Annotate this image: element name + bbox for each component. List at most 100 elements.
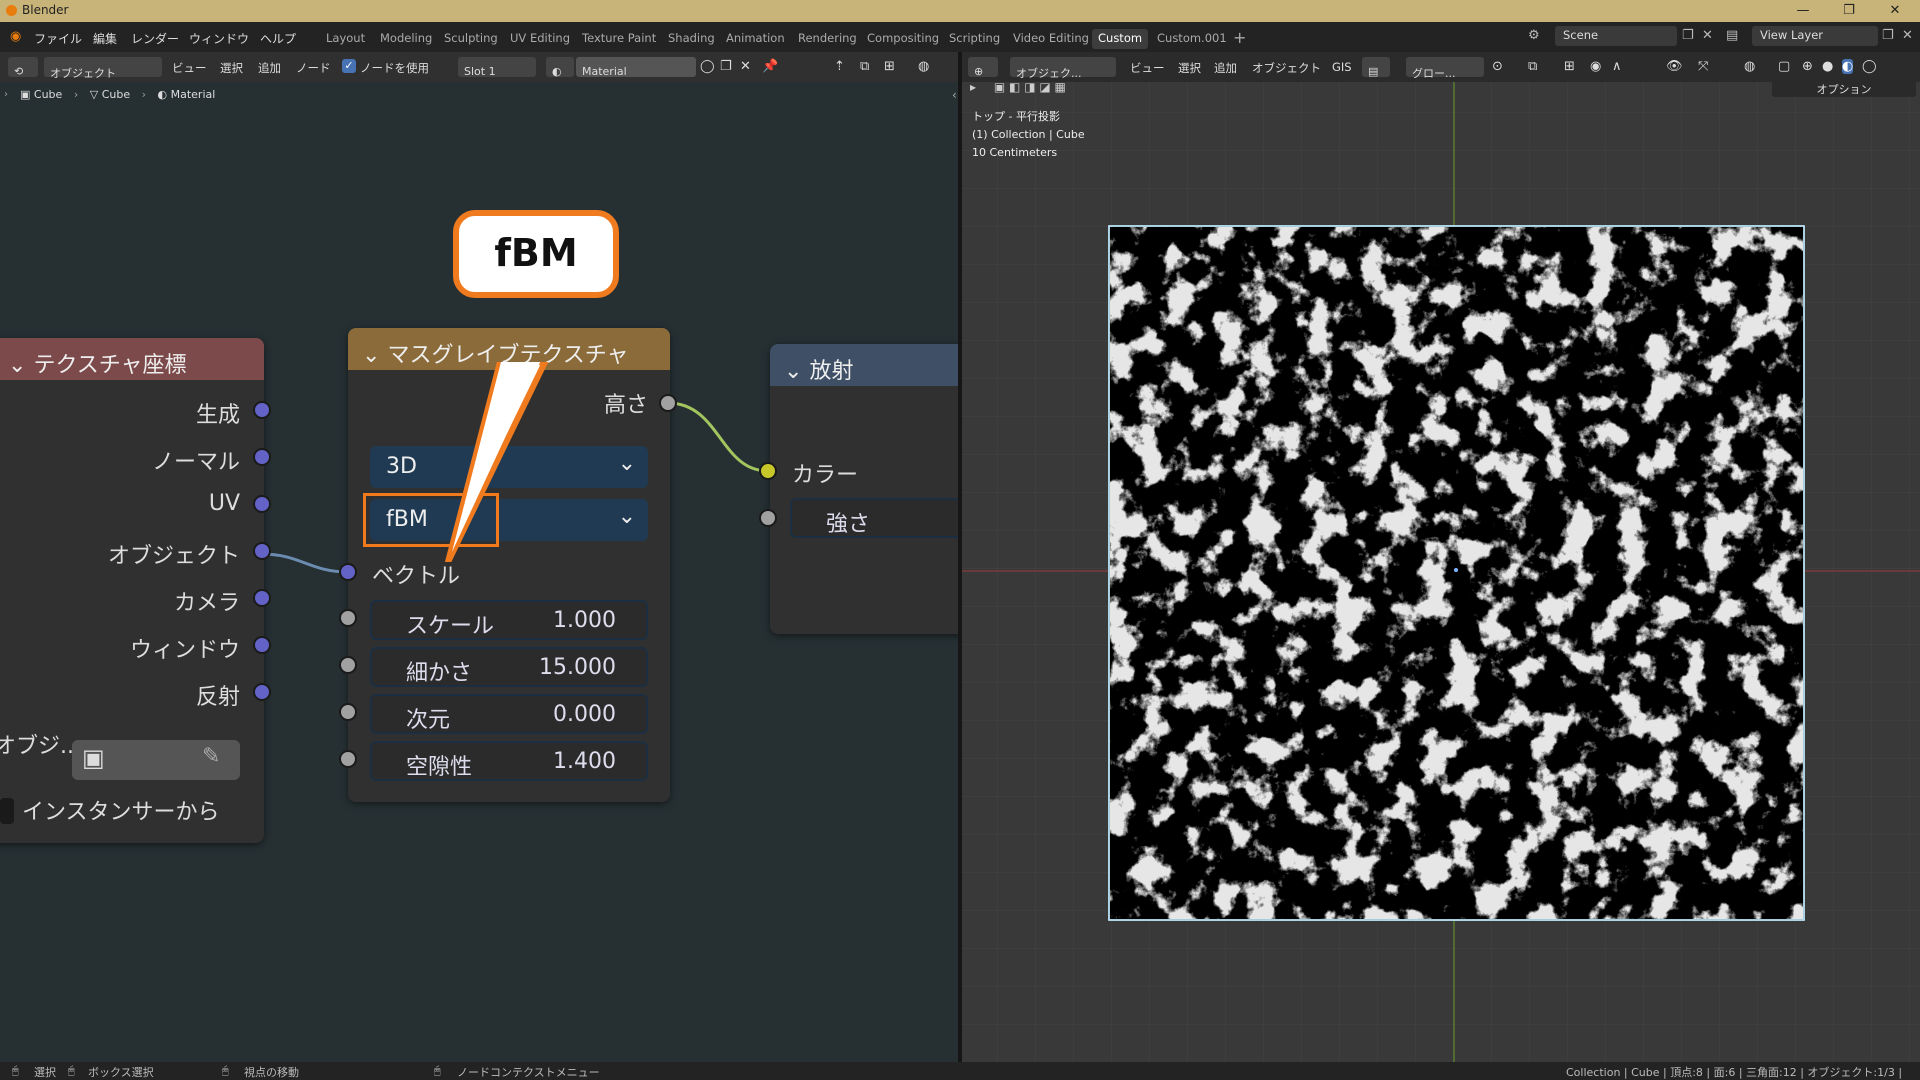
menu-select[interactable]: 選択 bbox=[220, 60, 243, 76]
pin-icon[interactable]: 📌 bbox=[762, 59, 778, 74]
select-invert-icon[interactable]: ◪ bbox=[1039, 80, 1050, 94]
object-mode-dropdown[interactable]: オブジェクト bbox=[44, 57, 162, 80]
socket-strength[interactable] bbox=[759, 509, 777, 527]
tex-coord-header[interactable]: ⌄ テクスチャ座標 bbox=[0, 338, 264, 380]
select-subtract-icon[interactable]: ◨ bbox=[1024, 80, 1035, 94]
fake-user-icon[interactable]: ◯ bbox=[700, 59, 715, 74]
snap-target-icon[interactable]: ⊞ bbox=[1564, 59, 1575, 74]
emission-node[interactable]: ⌄ 放射 bbox=[770, 344, 970, 634]
3d-viewport[interactable]: ▸ ▣ ◧ ◨ ◪ ▦ オプション トップ - 平行投影 (1) Collect… bbox=[962, 79, 1920, 1062]
lacunarity-field[interactable]: 空隙性 1.400 bbox=[370, 741, 648, 781]
menu-file[interactable]: ファイル bbox=[34, 30, 82, 47]
tab-modeling[interactable]: Modeling bbox=[374, 29, 438, 49]
scene-icon[interactable]: ⚙ bbox=[1528, 28, 1540, 43]
scene-field[interactable]: Scene bbox=[1555, 26, 1677, 46]
tab-layout[interactable]: Layout bbox=[320, 29, 371, 49]
editor-type-button[interactable]: ⟲ bbox=[8, 57, 38, 78]
select-extend-icon[interactable]: ◧ bbox=[1009, 80, 1020, 94]
socket-normal[interactable] bbox=[253, 448, 271, 466]
socket-camera[interactable] bbox=[253, 589, 271, 607]
socket-vector[interactable] bbox=[339, 563, 357, 581]
remove-view-layer-icon[interactable]: ✕ bbox=[1902, 28, 1913, 43]
wireframe-shading-icon[interactable]: ⊕ bbox=[1802, 59, 1813, 74]
slot-dropdown[interactable]: Slot 1 bbox=[458, 57, 536, 78]
menu-add[interactable]: 追加 bbox=[258, 60, 281, 76]
parent-node-icon[interactable]: ⇡ bbox=[834, 59, 845, 74]
socket-object[interactable] bbox=[253, 542, 271, 560]
menu-add[interactable]: 追加 bbox=[1214, 60, 1237, 76]
tab-texture-paint[interactable]: Texture Paint bbox=[576, 29, 662, 49]
view-layer-field[interactable]: View Layer bbox=[1752, 26, 1878, 46]
close-button[interactable]: ✕ bbox=[1872, 0, 1918, 22]
emission-header[interactable]: ⌄ 放射 bbox=[770, 344, 970, 386]
rendered-shading-icon[interactable]: ◯ bbox=[1862, 59, 1877, 74]
options-dropdown[interactable]: オプション bbox=[1772, 79, 1916, 97]
object-mode-dropdown[interactable]: オブジェク... bbox=[1010, 57, 1116, 80]
socket-reflection[interactable] bbox=[253, 683, 271, 701]
minimize-button[interactable]: — bbox=[1780, 0, 1826, 22]
proportional-edit-icon[interactable]: ◉ bbox=[1590, 59, 1601, 74]
snap-icon[interactable]: ⧉ bbox=[1528, 59, 1537, 74]
pivot-icon[interactable]: ⊙ bbox=[1492, 59, 1503, 74]
material-name-field[interactable]: Material bbox=[576, 57, 696, 78]
duplicate-material-icon[interactable]: ❐ bbox=[720, 59, 732, 74]
socket-lacunarity[interactable] bbox=[339, 750, 357, 768]
menu-help[interactable]: ヘルプ bbox=[260, 30, 296, 47]
tab-custom[interactable]: Custom bbox=[1092, 29, 1149, 49]
select-intersect-icon[interactable]: ▦ bbox=[1055, 80, 1066, 94]
menu-edit[interactable]: 編集 bbox=[93, 30, 117, 47]
tab-custom-001[interactable]: Custom.001 bbox=[1151, 29, 1233, 49]
select-new-icon[interactable]: ▣ bbox=[994, 80, 1005, 94]
tab-scripting[interactable]: Scripting bbox=[943, 29, 1006, 49]
add-workspace-icon[interactable]: + bbox=[1233, 28, 1246, 47]
tab-sculpting[interactable]: Sculpting bbox=[438, 29, 504, 49]
menu-node[interactable]: ノード bbox=[296, 60, 331, 76]
menu-window[interactable]: ウィンドウ bbox=[189, 30, 249, 47]
tab-video-editing[interactable]: Video Editing bbox=[1007, 29, 1095, 49]
tool-cursor-icon[interactable]: ▸ bbox=[970, 80, 976, 94]
unlink-material-icon[interactable]: ✕ bbox=[740, 59, 751, 74]
gizmo-icon[interactable]: ⤧ bbox=[1698, 59, 1708, 74]
menu-gis[interactable]: GIS bbox=[1332, 60, 1352, 74]
eyedropper-icon[interactable]: ✎ bbox=[202, 744, 220, 769]
socket-height[interactable] bbox=[659, 394, 677, 412]
object-picker-field[interactable]: ▣ ✎ bbox=[72, 740, 240, 780]
socket-detail[interactable] bbox=[339, 656, 357, 674]
dimension-field[interactable]: 次元 0.000 bbox=[370, 694, 648, 734]
snap-icon[interactable]: ⧉ bbox=[860, 59, 869, 74]
visibility-icon[interactable]: 👁 bbox=[1666, 59, 1683, 74]
socket-scale[interactable] bbox=[339, 609, 357, 627]
new-scene-icon[interactable]: ❐ bbox=[1682, 28, 1694, 43]
gis-addon-button[interactable]: ▤ bbox=[1362, 57, 1390, 78]
blender-menu-icon[interactable]: ◉ bbox=[10, 29, 21, 44]
falloff-icon[interactable]: ∧ bbox=[1612, 59, 1622, 74]
socket-window[interactable] bbox=[253, 636, 271, 654]
socket-generated[interactable] bbox=[253, 401, 271, 419]
strength-field[interactable]: 強さ 1 bbox=[790, 498, 974, 538]
xray-icon[interactable]: ▢ bbox=[1778, 59, 1790, 74]
solid-shading-icon[interactable]: ● bbox=[1822, 59, 1833, 74]
tab-animation[interactable]: Animation bbox=[720, 29, 791, 49]
menu-object[interactable]: オブジェクト bbox=[1252, 60, 1321, 76]
socket-dimension[interactable] bbox=[339, 703, 357, 721]
editor-type-button[interactable]: ⊕ bbox=[968, 57, 998, 78]
view-layer-icon[interactable]: ▤ bbox=[1726, 28, 1738, 43]
scale-field[interactable]: スケール 1.000 bbox=[370, 600, 648, 640]
tab-rendering[interactable]: Rendering bbox=[792, 29, 863, 49]
use-nodes-checkbox[interactable]: ✓ bbox=[342, 59, 356, 73]
overlay-icon[interactable]: ◍ bbox=[1744, 59, 1755, 74]
menu-view[interactable]: ビュー bbox=[1130, 60, 1165, 76]
tab-uv-editing[interactable]: UV Editing bbox=[504, 29, 576, 49]
tab-shading[interactable]: Shading bbox=[662, 29, 721, 49]
material-browse-button[interactable]: ◐ bbox=[546, 57, 574, 78]
menu-view[interactable]: ビュー bbox=[172, 60, 207, 76]
snap-mode-icon[interactable]: ⊞ bbox=[884, 59, 895, 74]
maximize-button[interactable]: ❐ bbox=[1826, 0, 1872, 22]
socket-color[interactable] bbox=[759, 462, 777, 480]
remove-scene-icon[interactable]: ✕ bbox=[1702, 28, 1713, 43]
overlay-icon[interactable]: ◍ bbox=[918, 59, 929, 74]
menu-render[interactable]: レンダー bbox=[131, 30, 179, 47]
tab-compositing[interactable]: Compositing bbox=[861, 29, 945, 49]
detail-field[interactable]: 細かさ 15.000 bbox=[370, 647, 648, 687]
instancer-checkbox[interactable] bbox=[0, 798, 14, 824]
